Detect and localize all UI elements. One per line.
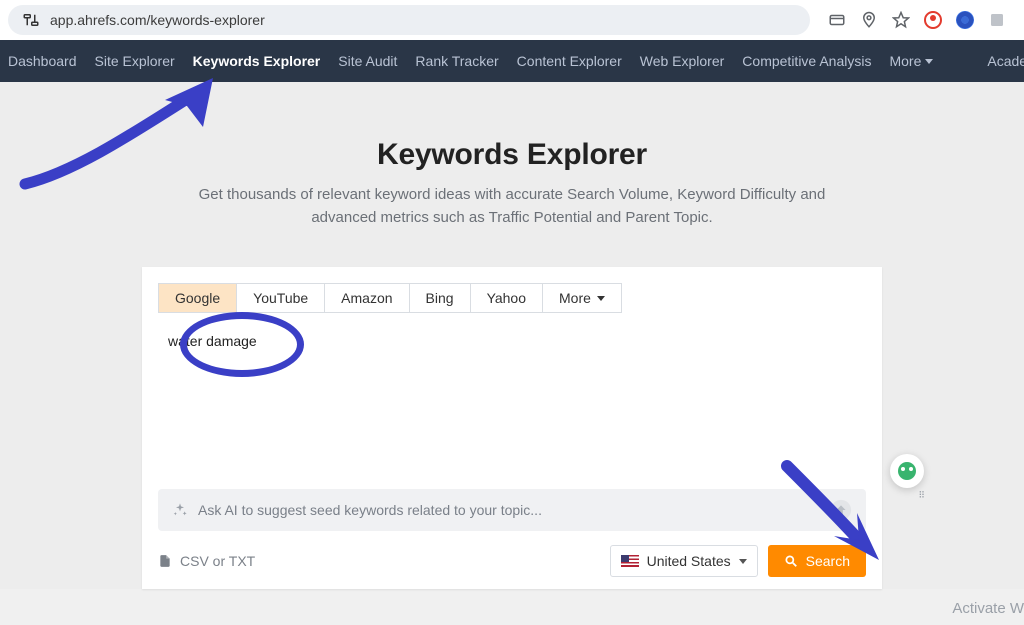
us-flag-icon	[621, 555, 639, 567]
search-icon	[784, 554, 798, 568]
bottom-row: CSV or TXT United States Search	[158, 545, 866, 577]
nav-keywords-explorer[interactable]: Keywords Explorer	[193, 53, 321, 69]
keyword-input-value: water damage	[164, 331, 261, 351]
chat-resize-dots: ⠿	[918, 490, 926, 501]
page-subtitle: Get thousands of relevant keyword ideas …	[172, 184, 852, 229]
engine-tab-bing[interactable]: Bing	[410, 283, 471, 313]
nav-dashboard[interactable]: Dashboard	[8, 53, 77, 69]
nav-content-explorer[interactable]: Content Explorer	[517, 53, 622, 69]
chevron-down-icon	[739, 559, 747, 564]
search-card: Google YouTube Amazon Bing Yahoo More wa…	[142, 267, 882, 589]
search-button[interactable]: Search	[768, 545, 866, 577]
chevron-down-icon	[925, 59, 933, 64]
ai-suggest-row[interactable]: Ask AI to suggest seed keywords related …	[158, 489, 866, 531]
page-title: Keywords Explorer	[0, 138, 1024, 172]
engine-tab-youtube[interactable]: YouTube	[237, 283, 325, 313]
upload-label: CSV or TXT	[180, 553, 255, 569]
windows-watermark: Activate W	[952, 600, 1024, 617]
nav-academy[interactable]: Academy	[987, 53, 1024, 69]
nav-site-explorer[interactable]: Site Explorer	[95, 53, 175, 69]
nav-competitive-analysis[interactable]: Competitive Analysis	[742, 53, 871, 69]
nav-more[interactable]: More	[889, 53, 933, 69]
upload-file[interactable]: CSV or TXT	[158, 553, 255, 569]
engine-tab-more[interactable]: More	[543, 283, 622, 313]
country-label: United States	[647, 553, 731, 569]
browser-address-bar: app.ahrefs.com/keywords-explorer	[0, 0, 1024, 40]
chat-widget-icon[interactable]	[890, 454, 924, 488]
engine-tab-google[interactable]: Google	[158, 283, 237, 313]
keyword-input[interactable]: water damage	[158, 313, 866, 483]
sparkle-icon	[172, 502, 188, 518]
browser-toolbar-icons	[818, 11, 1016, 29]
nav-rank-tracker[interactable]: Rank Tracker	[415, 53, 498, 69]
extension-icon-1[interactable]	[924, 11, 942, 29]
bookmark-star-icon[interactable]	[892, 11, 910, 29]
url-text: app.ahrefs.com/keywords-explorer	[50, 12, 265, 28]
arrow-up-icon[interactable]	[830, 499, 852, 521]
file-icon	[158, 553, 172, 569]
chevron-down-icon	[597, 296, 605, 301]
payment-card-icon[interactable]	[828, 11, 846, 29]
extension-icon-2[interactable]	[956, 11, 974, 29]
url-pill[interactable]: app.ahrefs.com/keywords-explorer	[8, 5, 810, 35]
nav-site-audit[interactable]: Site Audit	[338, 53, 397, 69]
ai-placeholder: Ask AI to suggest seed keywords related …	[198, 502, 542, 518]
nav-web-explorer[interactable]: Web Explorer	[640, 53, 725, 69]
main-nav: Dashboard Site Explorer Keywords Explore…	[0, 40, 1024, 82]
engine-tab-yahoo[interactable]: Yahoo	[471, 283, 543, 313]
country-selector[interactable]: United States	[610, 545, 758, 577]
location-pin-icon[interactable]	[860, 11, 878, 29]
engine-tabs: Google YouTube Amazon Bing Yahoo More	[158, 283, 866, 313]
search-label: Search	[806, 553, 850, 569]
engine-tab-more-label: More	[559, 290, 591, 306]
page-body: Keywords Explorer Get thousands of relev…	[0, 82, 1024, 589]
nav-more-label: More	[889, 53, 921, 69]
site-settings-icon[interactable]	[22, 11, 40, 29]
nav-academy-label: Academy	[987, 53, 1024, 69]
engine-tab-amazon[interactable]: Amazon	[325, 283, 409, 313]
profile-icon[interactable]	[988, 11, 1006, 29]
